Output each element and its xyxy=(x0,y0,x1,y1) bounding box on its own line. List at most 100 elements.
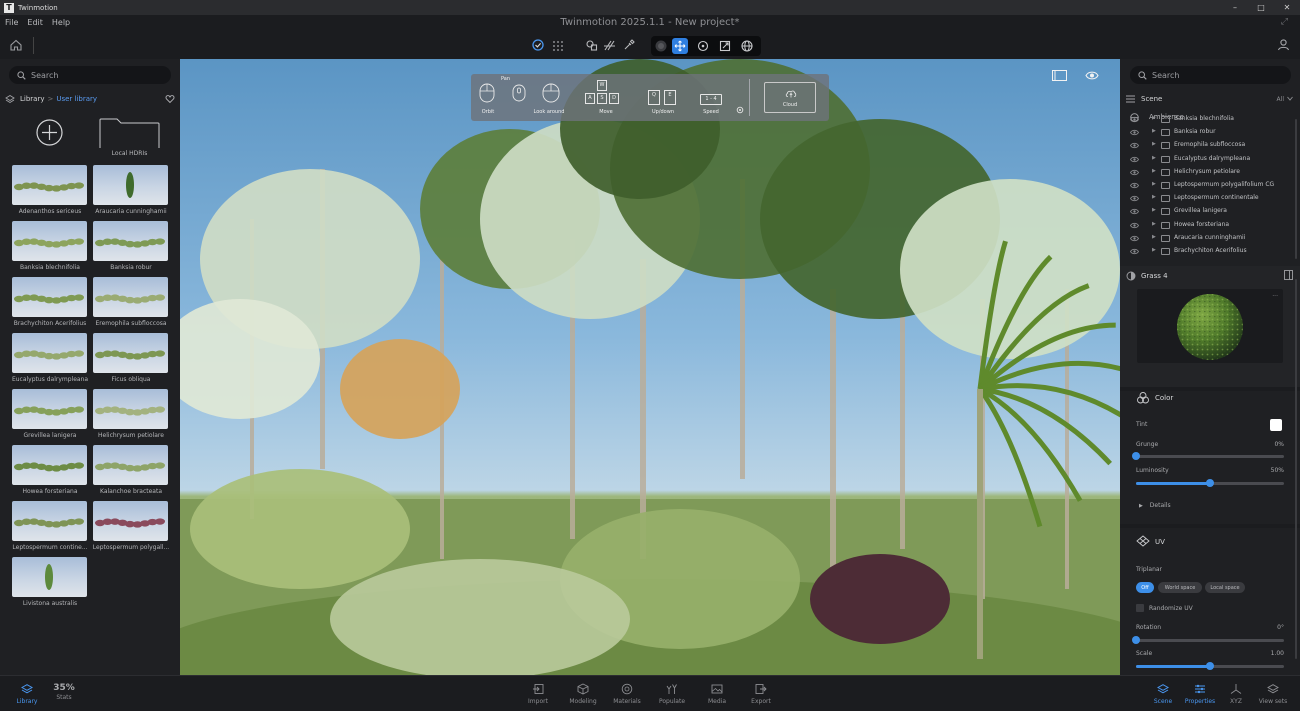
dock-import[interactable]: Import xyxy=(514,683,562,705)
scene-tree-item[interactable]: ▶ Eucalyptus dalrympleana xyxy=(1120,153,1292,166)
library-asset[interactable]: Brachychiton Acerifolius xyxy=(12,277,87,329)
luminosity-slider[interactable] xyxy=(1136,479,1284,487)
maximize-button[interactable]: □ xyxy=(1248,0,1274,15)
scene-tree-item[interactable]: ▶ Araucaria cunninghamii xyxy=(1120,232,1292,245)
triplanar-option[interactable]: World space xyxy=(1158,582,1202,593)
dock-view-sets[interactable]: View sets xyxy=(1249,683,1297,705)
properties-scrollbar[interactable] xyxy=(1295,279,1297,659)
cloud-button[interactable]: Cloud xyxy=(764,82,816,113)
scene-tree-item[interactable]: ▶ Howea forsteriana xyxy=(1120,219,1292,232)
expand-arrow-icon[interactable]: ▶ xyxy=(1152,115,1156,121)
dock-populate[interactable]: Populate xyxy=(648,683,696,705)
randomize-uv-checkbox[interactable] xyxy=(1136,604,1144,612)
expand-arrow-icon[interactable]: ▶ xyxy=(1152,168,1156,174)
material-preview[interactable]: ... xyxy=(1137,289,1283,363)
vegetation-paint-icon[interactable] xyxy=(603,38,617,52)
minimize-button[interactable]: – xyxy=(1222,0,1248,15)
details-toggle[interactable]: ▶ Details xyxy=(1139,502,1171,509)
scene-tree-item[interactable]: ▶ Banksia robur xyxy=(1120,126,1292,139)
chevron-down-icon[interactable] xyxy=(1287,96,1293,101)
scene-search-input[interactable] xyxy=(1152,68,1282,82)
expand-arrow-icon[interactable]: ▶ xyxy=(1152,155,1156,161)
add-asset-icon[interactable] xyxy=(36,119,63,146)
tint-color-swatch[interactable] xyxy=(1270,419,1282,431)
scene-tree-item[interactable]: ▶ Leptospermum continentale xyxy=(1120,192,1292,205)
eye-icon[interactable] xyxy=(1130,169,1139,176)
eye-icon[interactable] xyxy=(1130,248,1139,255)
dock-materials[interactable]: Materials xyxy=(603,683,651,705)
material-panel-icon[interactable] xyxy=(1284,270,1293,280)
scene-tree-item[interactable]: ▶ Eremophila subfloccosa xyxy=(1120,139,1292,152)
selection-sphere-icon[interactable] xyxy=(654,39,668,53)
more-options-button[interactable]: ... xyxy=(1272,291,1278,298)
local-hdris-folder-icon[interactable] xyxy=(99,118,160,148)
expand-arrow-icon[interactable]: ▶ xyxy=(1152,194,1156,200)
shapes-icon[interactable] xyxy=(585,38,599,52)
expand-arrow-icon[interactable]: ▶ xyxy=(1152,181,1156,187)
scene-tree-item[interactable]: ▶ Grevillea lanigera xyxy=(1120,205,1292,218)
library-asset[interactable]: Leptospermum contine... xyxy=(12,501,88,553)
3d-viewport[interactable]: Pan Orbit Look around WASD QE Move Up/dow… xyxy=(180,59,1120,675)
scale-icon[interactable] xyxy=(718,39,732,53)
settings-gear-icon[interactable] xyxy=(736,106,744,114)
scene-tree-item[interactable]: ▶ Leptospermum polygalifolium CG xyxy=(1120,179,1292,192)
favorite-heart-icon[interactable] xyxy=(165,94,175,104)
scale-slider[interactable] xyxy=(1136,662,1284,670)
dock-stats[interactable]: 35% Stats xyxy=(40,683,88,701)
library-asset[interactable]: Adenanthos sericeus xyxy=(12,165,87,217)
rotation-slider[interactable] xyxy=(1132,636,1284,644)
library-asset[interactable]: Howea forsteriana xyxy=(12,445,87,497)
expand-arrow-icon[interactable]: ▶ xyxy=(1152,221,1156,227)
library-asset[interactable]: Eucalyptus dalrympleana xyxy=(12,333,88,385)
world-space-icon[interactable] xyxy=(740,39,754,53)
eye-icon[interactable] xyxy=(1130,235,1139,242)
user-account-icon[interactable] xyxy=(1277,38,1290,51)
grid-snap-icon[interactable] xyxy=(551,38,565,52)
library-search-input[interactable] xyxy=(31,68,161,82)
scene-tree-item[interactable]: ▶ Helichrysum petiolare xyxy=(1120,166,1292,179)
expand-arrow-icon[interactable]: ▶ xyxy=(1152,247,1156,253)
eye-icon[interactable] xyxy=(1130,142,1139,149)
library-asset[interactable]: Leptospermum polygall... xyxy=(93,501,169,553)
breadcrumb-library[interactable]: Library xyxy=(20,95,44,103)
triplanar-option[interactable]: Local space xyxy=(1205,582,1245,593)
library-asset[interactable]: Araucaria cunninghamii xyxy=(93,165,168,217)
eye-icon[interactable] xyxy=(1130,208,1139,215)
library-asset[interactable]: Grevillea lanigera xyxy=(12,389,87,441)
library-asset[interactable]: Kalanchoe bracteata xyxy=(93,445,168,497)
eye-icon[interactable] xyxy=(1130,116,1139,123)
library-asset[interactable]: Banksia blechnifolia xyxy=(12,221,87,273)
eye-icon[interactable] xyxy=(1130,195,1139,202)
move-mode-button[interactable] xyxy=(672,38,688,54)
expand-arrow-icon[interactable]: ▶ xyxy=(1152,207,1156,213)
panel-toggle-icon[interactable] xyxy=(1052,70,1067,81)
breadcrumb-user-library[interactable]: User library xyxy=(56,95,97,103)
scene-scrollbar[interactable] xyxy=(1295,119,1297,259)
eye-icon[interactable] xyxy=(1130,156,1139,163)
eye-icon[interactable] xyxy=(1130,222,1139,229)
eyedropper-icon[interactable] xyxy=(622,38,636,52)
triplanar-option[interactable]: Off xyxy=(1136,582,1154,593)
library-asset[interactable]: Eremophila subfloccosa xyxy=(93,277,168,329)
scene-tree-item[interactable]: ▶ Banksia blechnifolia xyxy=(1120,113,1292,126)
expand-arrow-icon[interactable]: ▶ xyxy=(1152,234,1156,240)
library-asset[interactable]: Livistona australis xyxy=(12,557,87,609)
library-asset[interactable]: Ficus obliqua xyxy=(93,333,168,385)
scene-filter[interactable]: All xyxy=(1277,96,1284,103)
eye-icon[interactable] xyxy=(1130,129,1139,136)
dock-modeling[interactable]: Modeling xyxy=(559,683,607,705)
visibility-eye-icon[interactable] xyxy=(1085,70,1099,81)
close-button[interactable]: ✕ xyxy=(1274,0,1300,15)
scene-tree-item[interactable]: ▶ Brachychiton Acerifolius xyxy=(1120,245,1292,258)
home-icon[interactable] xyxy=(9,38,23,52)
rotate-icon[interactable] xyxy=(696,39,710,53)
expand-arrow-icon[interactable]: ▶ xyxy=(1152,141,1156,147)
dock-export[interactable]: Export xyxy=(737,683,785,705)
library-asset[interactable]: Banksia robur xyxy=(93,221,168,273)
dock-media[interactable]: Media xyxy=(693,683,741,705)
library-asset[interactable]: Helichrysum petiolare xyxy=(93,389,168,441)
eye-icon[interactable] xyxy=(1130,182,1139,189)
expand-arrow-icon[interactable]: ▶ xyxy=(1152,128,1156,134)
grunge-slider[interactable] xyxy=(1132,452,1284,460)
check-circle-icon[interactable] xyxy=(531,38,545,52)
